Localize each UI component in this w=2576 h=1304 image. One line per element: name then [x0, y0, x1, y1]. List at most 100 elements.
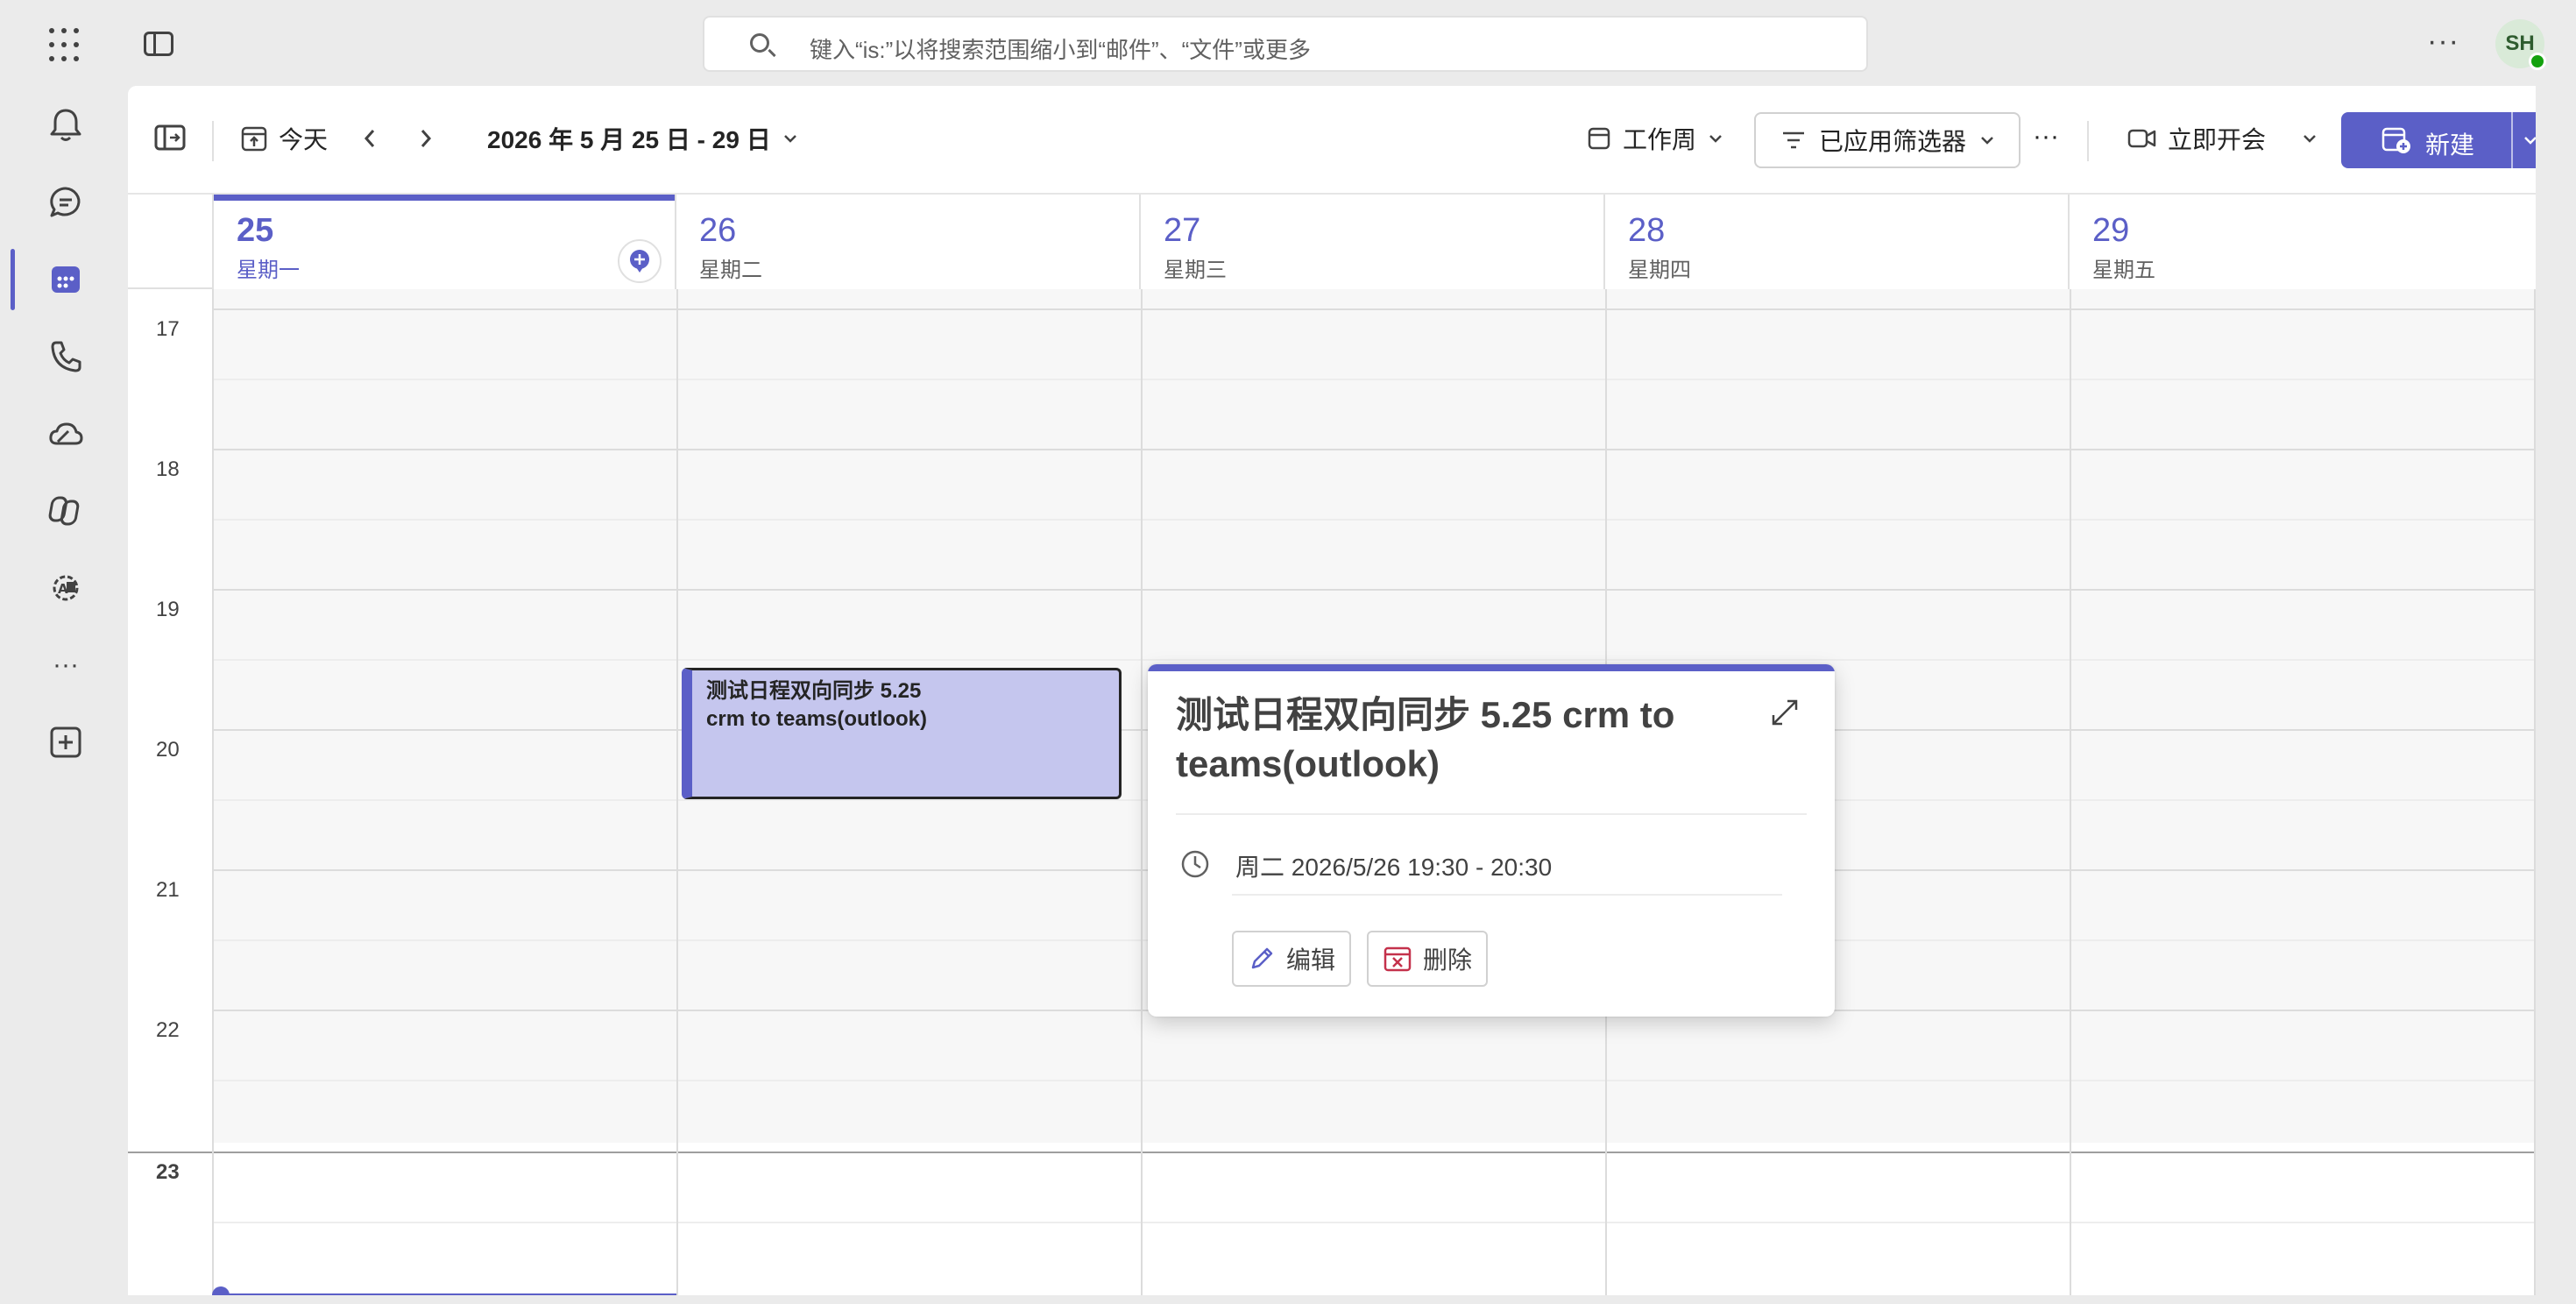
- add-event-icon[interactable]: [617, 238, 662, 284]
- time-gutter-header: [128, 195, 214, 289]
- day-number: 29: [2092, 212, 2130, 249]
- view-label: 工作周: [1623, 126, 1697, 153]
- hour-line: [214, 589, 2536, 591]
- search-box[interactable]: 键入“is:”以将搜索范围缩小到“邮件”、“文件”或更多: [703, 16, 1868, 72]
- popup-divider: [1232, 894, 1782, 896]
- calendar-add-icon: [2381, 127, 2410, 153]
- event-title-line2: crm to teams(outlook): [706, 707, 928, 731]
- date-range-picker[interactable]: 2026 年 5 月 25 日 - 29 日: [487, 117, 799, 159]
- split-divider: [2511, 112, 2513, 168]
- edit-label: 编辑: [1286, 946, 1336, 974]
- next-week-button[interactable]: [417, 117, 435, 159]
- event-preview-popup: 测试日程双向同步 5.25 crm to teams(outlook) 周二 2…: [1148, 664, 1835, 1017]
- copilot-icon[interactable]: [46, 491, 86, 531]
- avatar-initials: SH: [2505, 32, 2535, 55]
- filter-label: 已应用筛选器: [1819, 128, 1967, 155]
- day-name: 星期五: [2092, 259, 2155, 282]
- meet-now-dropdown[interactable]: [2301, 117, 2318, 159]
- day-header-tue[interactable]: 26 星期二: [676, 195, 1141, 289]
- day-header-wed[interactable]: 27 星期三: [1141, 195, 1605, 289]
- chevron-right-icon: [421, 130, 432, 147]
- cloud-icon[interactable]: [46, 414, 86, 454]
- half-hour-line: [214, 1080, 2536, 1081]
- current-time-line: [224, 1293, 676, 1295]
- half-hour-line: [214, 1222, 2536, 1223]
- hour-line: [128, 1152, 2536, 1153]
- popup-divider: [1176, 813, 1807, 815]
- column-line: [1141, 289, 1143, 1295]
- toolbar-more-button[interactable]: ···: [2033, 116, 2059, 158]
- edit-button[interactable]: 编辑: [1232, 931, 1352, 987]
- add-app-icon[interactable]: [46, 722, 86, 762]
- event-title-line1: 测试日程双向同步 5.25: [706, 679, 922, 703]
- popup-time: 周二 2026/5/26 19:30 - 20:30: [1235, 854, 1553, 881]
- day-name: 星期二: [699, 259, 762, 282]
- collapse-panel-icon[interactable]: [154, 124, 186, 151]
- app-rail: A ···: [0, 86, 128, 1304]
- avatar[interactable]: SH: [2495, 19, 2546, 70]
- prev-week-button[interactable]: [361, 117, 379, 159]
- bell-icon[interactable]: [46, 105, 86, 145]
- day-number: 26: [699, 212, 737, 249]
- chevron-down-icon: [1709, 135, 1722, 143]
- sidebar-toggle-icon[interactable]: [144, 32, 173, 56]
- pencil-icon: [1251, 947, 1273, 969]
- new-event-button[interactable]: 新建: [2341, 112, 2536, 168]
- today-label: 今天: [279, 126, 329, 153]
- delete-label: 删除: [1423, 946, 1473, 974]
- calendar-main: 今天 2026 年 5 月 25 日 - 29 日 工作周 已应用筛选器 ···…: [128, 86, 2536, 1295]
- search-input[interactable]: 键入“is:”以将搜索范围缩小到“邮件”、“文件”或更多: [810, 32, 1311, 65]
- day-name: 星期一: [237, 259, 300, 282]
- date-range-label: 2026 年 5 月 25 日 - 29 日: [487, 126, 771, 153]
- calendar-toolbar: 今天 2026 年 5 月 25 日 - 29 日 工作周 已应用筛选器 ···…: [128, 86, 2536, 195]
- day-number: 28: [1628, 212, 1666, 249]
- more-options-icon[interactable]: ···: [2427, 25, 2459, 59]
- view-switcher[interactable]: 工作周: [1586, 117, 1724, 159]
- half-hour-line: [214, 519, 2536, 521]
- day-header-fri[interactable]: 29 星期五: [2070, 195, 2536, 289]
- hour-label: 21: [156, 878, 180, 902]
- presence-available-icon: [2529, 53, 2546, 70]
- delete-button[interactable]: 删除: [1367, 931, 1489, 987]
- search-icon: [750, 33, 769, 53]
- hour-label: 23: [156, 1160, 180, 1184]
- filter-icon: [1783, 131, 1804, 149]
- day-header-thu[interactable]: 28 星期四: [1605, 195, 2070, 289]
- all-day-row[interactable]: [214, 289, 2536, 310]
- clock-icon: [1181, 850, 1209, 878]
- day-number: 25: [237, 212, 274, 249]
- hour-label: 19: [156, 598, 180, 621]
- week-grid: 25 星期一 26 星期二 27 星期三 28 星期四 29 星期五 17 18…: [128, 195, 2536, 1295]
- new-label: 新建: [2425, 131, 2475, 159]
- expand-icon[interactable]: [1770, 698, 1800, 727]
- column-line: [676, 289, 678, 1295]
- day-name: 星期四: [1628, 259, 1691, 282]
- day-number: 27: [1164, 212, 1201, 249]
- filter-button[interactable]: 已应用筛选器: [1754, 112, 2020, 168]
- chat-icon[interactable]: [46, 182, 86, 223]
- half-hour-line: [214, 659, 2536, 661]
- chevron-down-icon: [783, 135, 796, 143]
- chevron-down-icon[interactable]: [2522, 131, 2536, 149]
- toolbar-divider: [212, 121, 214, 161]
- phone-icon[interactable]: [46, 337, 86, 377]
- top-bar: 键入“is:”以将搜索范围缩小到“邮件”、“文件”或更多 ··· SH: [0, 0, 2576, 86]
- apps-gear-icon[interactable]: A: [46, 568, 86, 608]
- calendar-event[interactable]: 测试日程双向同步 5.25 crm to teams(outlook): [682, 668, 1122, 799]
- app-launcher-icon[interactable]: [49, 28, 84, 63]
- calendar-delete-icon: [1384, 946, 1412, 972]
- chevron-down-icon: [1981, 137, 1993, 145]
- rail-active-indicator: [11, 249, 15, 310]
- today-button[interactable]: 今天: [240, 117, 328, 159]
- popup-accent-bar: [1148, 664, 1835, 671]
- chevron-left-icon: [364, 130, 375, 147]
- today-indicator: [214, 195, 675, 201]
- meet-now-button[interactable]: 立即开会: [2127, 117, 2266, 159]
- hour-label: 18: [156, 457, 180, 481]
- more-apps-icon[interactable]: ···: [46, 645, 86, 685]
- toolbar-divider: [2087, 121, 2089, 161]
- half-hour-line: [214, 379, 2536, 380]
- day-header-mon[interactable]: 25 星期一: [214, 195, 676, 289]
- hour-label: 22: [156, 1018, 180, 1042]
- calendar-icon[interactable]: [46, 259, 86, 300]
